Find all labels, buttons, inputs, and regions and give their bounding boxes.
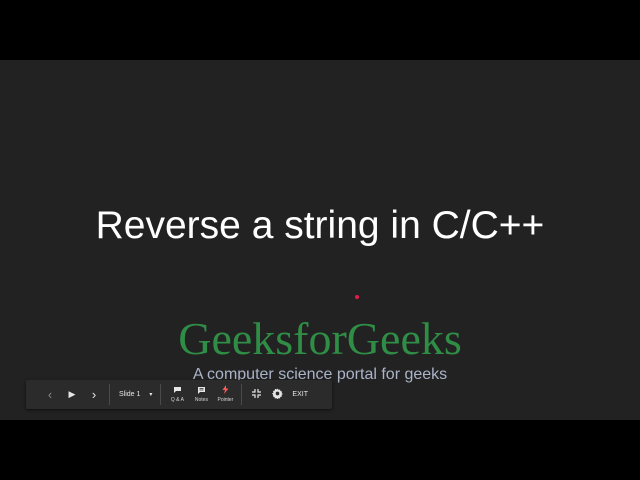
exit-fullscreen-button[interactable] bbox=[246, 380, 267, 409]
notes-label: Notes bbox=[194, 396, 208, 403]
pointer-button[interactable]: Pointer bbox=[213, 380, 237, 409]
laser-pointer-dot bbox=[355, 295, 359, 299]
qa-button[interactable]: Q & A bbox=[165, 380, 189, 409]
previous-slide-button[interactable]: ‹ bbox=[39, 380, 61, 409]
gear-icon bbox=[272, 387, 284, 402]
notes-button[interactable]: Notes bbox=[189, 380, 213, 409]
exit-fullscreen-icon bbox=[252, 388, 262, 401]
exit-button[interactable]: EXIT bbox=[288, 391, 314, 398]
play-icon: ▶ bbox=[68, 389, 76, 399]
notes-icon bbox=[197, 386, 206, 396]
slide-select-dropdown[interactable]: Slide 1 ▾ bbox=[114, 380, 156, 409]
settings-button[interactable] bbox=[267, 380, 288, 409]
chevron-down-icon: ▾ bbox=[149, 392, 153, 398]
slide-select-label: Slide 1 bbox=[119, 391, 141, 398]
qa-label: Q & A bbox=[170, 396, 184, 403]
presenter-toolbar: ‹ ▶ › Slide 1 ▾ Q & A Notes Pointer EXIT bbox=[26, 380, 332, 409]
pointer-label: Pointer bbox=[217, 397, 234, 403]
toolbar-divider bbox=[109, 384, 110, 405]
brand-logo-text: GeeksforGeeks bbox=[178, 313, 462, 364]
toolbar-divider bbox=[160, 384, 162, 405]
slide-title: Reverse a string in C/C++ bbox=[95, 204, 545, 247]
presentation-slide: Reverse a string in C/C++ GeeksforGeeks … bbox=[0, 60, 640, 420]
chevron-left-icon: ‹ bbox=[47, 387, 53, 402]
next-slide-button[interactable]: › bbox=[83, 380, 105, 409]
chevron-right-icon: › bbox=[91, 387, 97, 402]
pointer-icon bbox=[221, 385, 230, 396]
play-button[interactable]: ▶ bbox=[61, 380, 83, 409]
toolbar-divider bbox=[241, 384, 243, 405]
qa-icon bbox=[173, 386, 182, 396]
